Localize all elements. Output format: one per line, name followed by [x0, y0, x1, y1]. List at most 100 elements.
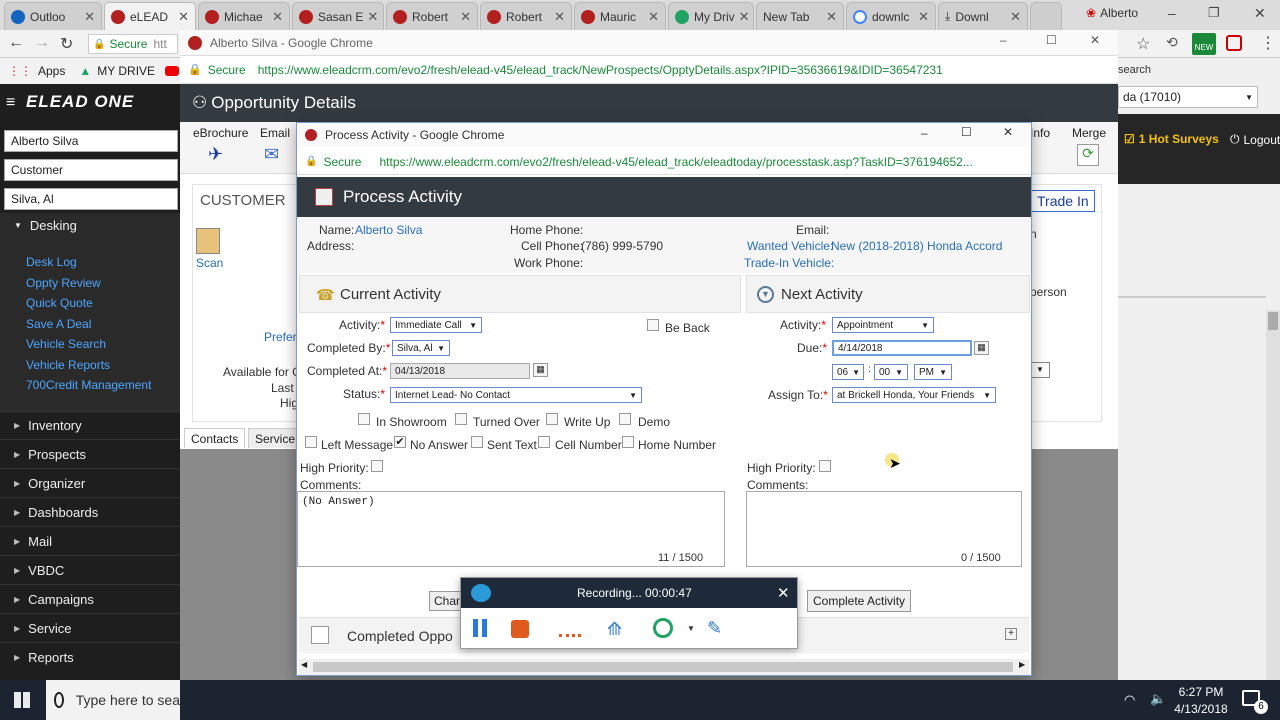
- browser-tab[interactable]: Sasan E ✕: [292, 2, 384, 30]
- sidebar-item-vbdc[interactable]: ▶ VBDC: [0, 555, 180, 584]
- completed-by-select[interactable]: Silva, Al ▼: [392, 340, 450, 356]
- horizontal-scrollbar[interactable]: ◀ ▶: [299, 659, 1029, 675]
- profile-badge[interactable]: ❀ Alberto: [1086, 6, 1138, 20]
- completed-at-input[interactable]: 04/13/2018: [390, 363, 530, 379]
- tab-contacts[interactable]: Contacts: [184, 428, 246, 448]
- back-icon[interactable]: ←: [8, 34, 24, 52]
- due-hour-select[interactable]: 06 ▼: [832, 364, 864, 380]
- close-icon[interactable]: ✕: [822, 9, 837, 25]
- sent-text-checkbox[interactable]: [471, 436, 483, 448]
- sidebar-link-700credit[interactable]: 700Credit Management: [26, 378, 151, 392]
- window-close-icon[interactable]: ✕: [1254, 5, 1266, 22]
- due-date-input[interactable]: 4/14/2018: [832, 340, 972, 356]
- left-message-checkbox[interactable]: [305, 436, 317, 448]
- status-select[interactable]: Internet Lead- No Contact ▼: [390, 387, 642, 403]
- scrollbar[interactable]: [1266, 310, 1280, 680]
- sidebar-link-quick-quote[interactable]: Quick Quote: [26, 296, 93, 310]
- next-high-priority-checkbox[interactable]: [819, 460, 831, 472]
- sidebar-item-organizer[interactable]: ▶ Organizer: [0, 468, 180, 497]
- background-window-address-bar[interactable]: 🔒 Secure https://www.eleadcrm.com/evo2/f…: [180, 56, 1118, 84]
- merge-icon[interactable]: ⟳: [1077, 144, 1099, 166]
- bookmark-apps[interactable]: Apps: [38, 64, 65, 78]
- window-close-icon[interactable]: ✕: [1003, 125, 1013, 139]
- pencil-icon[interactable]: ✎: [707, 618, 722, 639]
- maximize-icon[interactable]: ☐: [961, 125, 972, 139]
- window-close-icon[interactable]: ✕: [1090, 33, 1100, 47]
- history-icon[interactable]: ⟲: [1166, 34, 1178, 51]
- browser-tab[interactable]: My Driv ✕: [668, 2, 754, 30]
- assign-to-select[interactable]: at Brickell Honda, Your Friends ▼: [832, 387, 996, 403]
- close-icon[interactable]: ✕: [456, 9, 471, 25]
- reload-icon[interactable]: ↻: [60, 34, 73, 54]
- browser-tab[interactable]: Mauric ✕: [574, 2, 666, 30]
- modal-address-bar[interactable]: 🔒 Secure https://www.eleadcrm.com/evo2/f…: [297, 149, 1031, 175]
- dropdown-arrow-icon[interactable]: ▼: [1030, 362, 1050, 378]
- restore-icon[interactable]: ❐: [1208, 5, 1220, 21]
- browser-tab[interactable]: Robert ✕: [480, 2, 572, 30]
- sidebar-link-vehicle-search[interactable]: Vehicle Search: [26, 337, 106, 351]
- calendar-icon[interactable]: ▦: [974, 341, 989, 355]
- home-number-checkbox[interactable]: [622, 436, 634, 448]
- youtube-icon[interactable]: [165, 66, 180, 76]
- hamburger-icon[interactable]: ≡: [6, 94, 15, 112]
- sidebar-item-desking[interactable]: ▼ Desking: [14, 218, 77, 233]
- minimize-icon[interactable]: –: [1000, 33, 1007, 47]
- audio-level-icon[interactable]: [559, 634, 581, 637]
- chevron-down-icon[interactable]: ▼: [687, 624, 695, 633]
- forward-icon[interactable]: →: [34, 34, 50, 52]
- maximize-icon[interactable]: ☐: [1046, 33, 1057, 47]
- customer-search-input[interactable]: Silva, Al: [4, 188, 178, 210]
- wifi-icon[interactable]: ◠: [1124, 692, 1135, 708]
- search-type-select[interactable]: Customer: [4, 159, 178, 181]
- location-select[interactable]: da (17010) ▼: [1118, 86, 1258, 108]
- in-showroom-checkbox[interactable]: [358, 413, 370, 425]
- no-answer-checkbox[interactable]: ✔: [394, 436, 406, 448]
- minimize-icon[interactable]: –: [921, 126, 928, 140]
- cell-number-checkbox[interactable]: [538, 436, 550, 448]
- tab-service[interactable]: Service: [248, 428, 303, 448]
- star-icon[interactable]: ☆: [1136, 34, 1150, 54]
- address-bar[interactable]: 🔒 Secure htt: [88, 34, 178, 54]
- logout-link[interactable]: ⏻ Logout: [1230, 132, 1280, 147]
- pocket-icon[interactable]: [1226, 35, 1242, 51]
- sidebar-link-save-a-deal[interactable]: Save A Deal: [26, 317, 91, 331]
- sidebar-link-oppty-review[interactable]: Oppty Review: [26, 276, 101, 290]
- scan-icon[interactable]: [196, 228, 220, 254]
- complete-activity-button[interactable]: Complete Activity: [807, 590, 912, 612]
- write-up-checkbox[interactable]: [546, 413, 558, 425]
- close-icon[interactable]: ✕: [550, 9, 565, 25]
- close-icon[interactable]: ✕: [363, 9, 378, 25]
- sidebar-item-mail[interactable]: ▶ Mail: [0, 526, 180, 555]
- sidebar-link-desk-log[interactable]: Desk Log: [26, 255, 77, 269]
- sidebar-link-vehicle-reports[interactable]: Vehicle Reports: [26, 358, 110, 372]
- browser-tab[interactable]: New Tab ✕: [756, 2, 844, 30]
- close-icon[interactable]: ✕: [644, 9, 659, 25]
- current-activity-select[interactable]: Immediate Call ▼: [390, 317, 482, 333]
- extension-new-icon[interactable]: NEW: [1192, 33, 1216, 55]
- webcam-icon[interactable]: [653, 618, 673, 638]
- browser-tab[interactable]: downlc ✕: [846, 2, 936, 30]
- customer-name-link[interactable]: Alberto Silva: [355, 223, 422, 237]
- customer-name-input[interactable]: Alberto Silva: [4, 130, 178, 152]
- browser-tab[interactable]: eLEAD ✕: [104, 2, 196, 30]
- close-icon[interactable]: ✕: [914, 9, 929, 25]
- due-ampm-select[interactable]: PM ▼: [914, 364, 952, 380]
- close-icon[interactable]: ✕: [777, 584, 790, 602]
- demo-checkbox[interactable]: [619, 413, 631, 425]
- sidebar-item-inventory[interactable]: ▶ Inventory: [0, 410, 180, 439]
- clock-time[interactable]: 6:27 PM: [1176, 685, 1226, 699]
- scan-link[interactable]: Scan: [196, 256, 223, 270]
- close-icon[interactable]: ✕: [174, 9, 189, 25]
- taskbar-search-box[interactable]: Type here to sea: [46, 680, 180, 720]
- current-high-priority-checkbox[interactable]: [371, 460, 383, 472]
- clock-date[interactable]: 4/13/2018: [1172, 702, 1230, 716]
- browser-tab[interactable]: Robert ✕: [386, 2, 478, 30]
- draw-tool-icon[interactable]: ⟰: [607, 619, 622, 640]
- sidebar-item-dashboards[interactable]: ▶ Dashboards: [0, 497, 180, 526]
- be-back-checkbox[interactable]: [647, 319, 659, 331]
- due-minute-select[interactable]: 00 ▼: [874, 364, 908, 380]
- windows-start-icon[interactable]: [14, 692, 30, 708]
- close-icon[interactable]: ✕: [80, 9, 95, 25]
- close-icon[interactable]: ✕: [268, 9, 283, 25]
- trade-in-tab[interactable]: Trade In: [1031, 190, 1095, 212]
